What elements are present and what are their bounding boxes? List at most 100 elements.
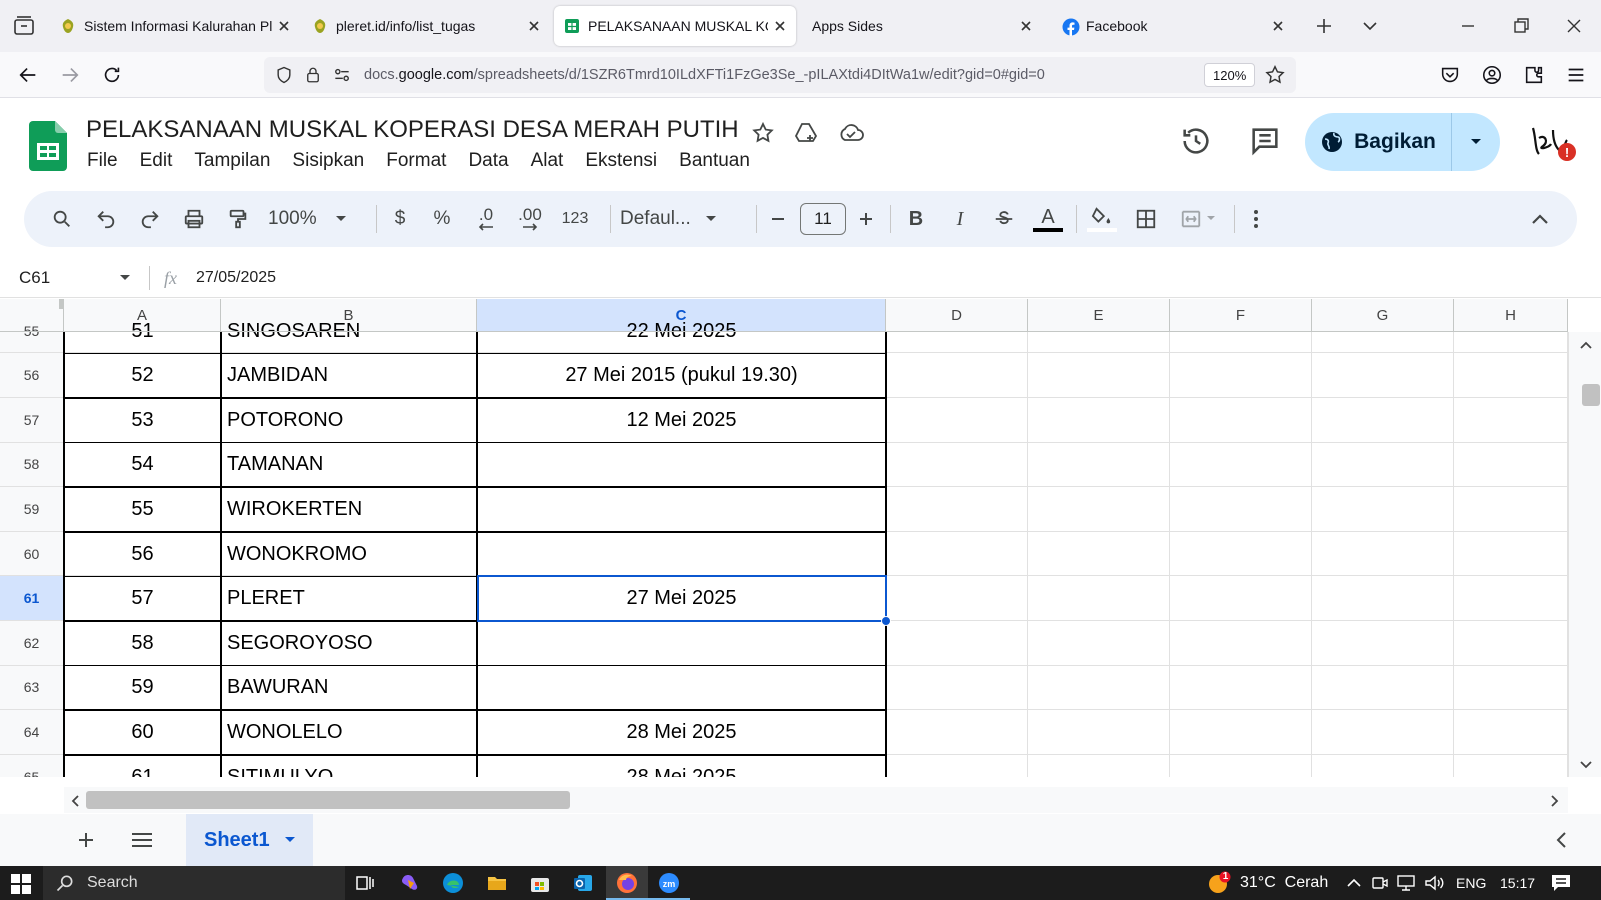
user-avatar[interactable]: ! <box>1525 118 1579 166</box>
close-tab-icon[interactable] <box>1272 20 1284 32</box>
minimize-window-icon[interactable] <box>1456 14 1480 38</box>
row-header-63[interactable]: 63 <box>0 665 64 711</box>
clock-time[interactable]: 15:17 <box>1500 875 1535 891</box>
font-select[interactable]: Defaul... <box>620 203 740 235</box>
extensions-icon[interactable] <box>1523 64 1545 86</box>
currency-format-button[interactable]: $ <box>384 203 416 235</box>
cell-b56[interactable]: JAMBIDAN <box>227 353 473 398</box>
pocket-icon[interactable] <box>1439 64 1461 86</box>
print-icon[interactable] <box>178 203 210 235</box>
menu-format[interactable]: Format <box>375 150 457 178</box>
weather-sun-icon[interactable]: 1 <box>1206 871 1232 895</box>
more-options-icon[interactable] <box>1242 203 1270 235</box>
cell-a58[interactable]: 54 <box>64 443 221 488</box>
cell-b63[interactable]: BAWURAN <box>227 666 473 711</box>
cell-a59[interactable]: 55 <box>64 487 221 532</box>
fill-handle[interactable] <box>881 616 891 626</box>
outlook-icon[interactable] <box>572 872 594 894</box>
decrease-decimal-button[interactable]: .0 <box>468 203 504 235</box>
star-icon[interactable] <box>751 121 775 145</box>
search-menus-icon[interactable] <box>46 203 78 235</box>
fill-color-button[interactable] <box>1084 203 1120 235</box>
cell-b65[interactable]: SITIMULYO <box>227 755 473 777</box>
strikethrough-icon[interactable] <box>988 203 1020 235</box>
cell-a65[interactable]: 61 <box>64 755 221 777</box>
close-window-icon[interactable] <box>1562 14 1586 38</box>
network-icon[interactable] <box>1396 874 1416 892</box>
browser-tab-5[interactable]: Facebook <box>1052 6 1294 46</box>
move-to-drive-icon[interactable] <box>793 121 819 145</box>
microsoft-store-icon[interactable] <box>529 872 551 894</box>
italic-button[interactable]: I <box>944 203 976 235</box>
horizontal-scroll-thumb[interactable] <box>86 791 570 809</box>
address-bar[interactable]: docs.google.com/spreadsheets/d/1SZR6Tmrd… <box>264 57 1296 93</box>
edge-browser-icon[interactable] <box>442 872 464 894</box>
taskbar-search-box[interactable]: Search <box>43 866 345 900</box>
cell-c60[interactable] <box>477 532 886 577</box>
column-header-h[interactable]: H <box>1454 299 1568 332</box>
cell-a60[interactable]: 56 <box>64 532 221 577</box>
spreadsheet-grid[interactable]: A B C D E F G H 55 51 SINGOSAREN 22 Mei 2025 56 52 JAM… <box>0 299 1568 777</box>
menu-bantuan[interactable]: Bantuan <box>668 150 761 178</box>
cell-b60[interactable]: WONOKROMO <box>227 532 473 577</box>
add-sheet-icon[interactable] <box>74 828 98 852</box>
firefox-taskbar-button[interactable] <box>606 866 648 900</box>
task-view-icon[interactable] <box>355 873 375 893</box>
close-tab-icon[interactable] <box>278 20 290 32</box>
forward-arrow-icon[interactable] <box>59 64 81 86</box>
zoom-app-taskbar-button[interactable]: zm <box>648 866 690 900</box>
cell-a64[interactable]: 60 <box>64 710 221 755</box>
all-sheets-menu-icon[interactable] <box>129 828 155 852</box>
comments-icon[interactable] <box>1248 124 1282 158</box>
file-explorer-icon[interactable] <box>486 872 508 894</box>
tab-overview-icon[interactable] <box>12 14 36 38</box>
cell-b57[interactable]: POTORONO <box>227 398 473 443</box>
merge-cells-button[interactable] <box>1174 203 1222 235</box>
show-hidden-icons-chevron-icon[interactable] <box>1346 875 1362 891</box>
row-header-65[interactable]: 65 <box>0 754 64 777</box>
more-formats-button[interactable]: 123 <box>554 203 596 235</box>
menu-data[interactable]: Data <box>457 150 519 178</box>
cell-c59[interactable] <box>477 487 886 532</box>
document-title[interactable]: PELAKSANAAN MUSKAL KOPERASI DESA MERAH P… <box>86 116 739 144</box>
row-header-64[interactable]: 64 <box>0 710 64 755</box>
column-header-f[interactable]: F <box>1170 299 1312 332</box>
percent-format-button[interactable]: % <box>426 203 458 235</box>
menu-tampilan[interactable]: Tampilan <box>183 150 281 178</box>
row-header-57[interactable]: 57 <box>0 398 64 443</box>
menu-alat[interactable]: Alat <box>520 150 575 178</box>
vertical-scroll-thumb[interactable] <box>1582 384 1600 406</box>
menu-edit[interactable]: Edit <box>129 150 184 178</box>
google-sheets-logo-icon[interactable] <box>29 121 67 171</box>
cell-c57[interactable]: 12 Mei 2025 <box>477 398 886 443</box>
menu-ekstensi[interactable]: Ekstensi <box>574 150 668 178</box>
close-tab-icon[interactable] <box>774 20 786 32</box>
hide-menus-chevron-up-icon[interactable] <box>1524 203 1556 235</box>
horizontal-scrollbar[interactable] <box>64 787 1568 813</box>
browser-tab-3[interactable]: PELAKSANAAN MUSKAL KOP <box>554 6 796 46</box>
weather-text[interactable]: 31°C Cerah <box>1240 874 1328 892</box>
cell-c56[interactable]: 27 Mei 2015 (pukul 19.30) <box>477 353 886 398</box>
share-button[interactable]: Bagikan <box>1305 113 1500 171</box>
text-color-button[interactable]: A <box>1030 203 1066 235</box>
cell-b64[interactable]: WONOLELO <box>227 710 473 755</box>
cell-a57[interactable]: 53 <box>64 398 221 443</box>
column-header-g[interactable]: G <box>1312 299 1454 332</box>
share-options-dropdown-icon[interactable] <box>1452 137 1500 147</box>
copilot-icon[interactable] <box>399 872 421 894</box>
name-box[interactable]: C61 <box>0 258 146 298</box>
increase-font-size-icon[interactable] <box>854 203 878 235</box>
row-header-60[interactable]: 60 <box>0 531 64 577</box>
increase-decimal-button[interactable]: .00 <box>510 203 550 235</box>
cell-c62[interactable] <box>477 621 886 666</box>
explore-panel-chevron-left-icon[interactable] <box>1552 830 1572 850</box>
paint-format-icon[interactable] <box>222 203 254 235</box>
column-header-e[interactable]: E <box>1028 299 1170 332</box>
page-zoom-badge[interactable]: 120% <box>1204 63 1256 87</box>
meet-now-icon[interactable] <box>1371 874 1389 892</box>
menu-sisipkan[interactable]: Sisipkan <box>281 150 375 178</box>
cell-a62[interactable]: 58 <box>64 621 221 666</box>
account-icon[interactable] <box>1481 64 1503 86</box>
url-text[interactable]: docs.google.com/spreadsheets/d/1SZR6Tmrd… <box>364 67 1045 83</box>
tracking-protection-shield-icon[interactable] <box>274 65 294 85</box>
